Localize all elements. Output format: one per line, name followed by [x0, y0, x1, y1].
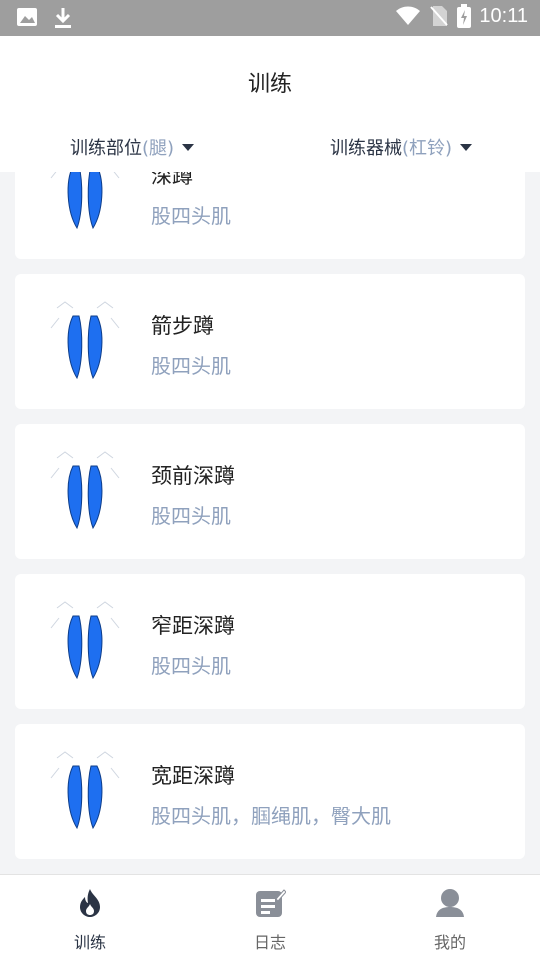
notebook-edit-icon: [256, 889, 286, 917]
nav-label: 我的: [433, 933, 466, 952]
page-header: 训练 训练部位 (腿) 训练器械 (杠铃): [0, 36, 540, 172]
exercise-muscles: 股四头肌: [151, 204, 231, 228]
leg-muscle-thumbnail: [50, 301, 120, 380]
filter-value: (腿): [142, 138, 175, 159]
filter-label: 训练部位: [70, 138, 142, 159]
exercise-name: 颈前深蹲: [151, 464, 235, 488]
battery-charging-icon: [457, 4, 472, 28]
body-part-filter-dropdown[interactable]: 训练部位 (腿): [70, 134, 195, 160]
leg-muscle-thumbnail: [50, 451, 120, 530]
download-icon: [55, 8, 71, 28]
nav-tab-training[interactable]: 训练: [0, 875, 180, 961]
caret-down-icon: [182, 143, 195, 151]
exercise-name: 宽距深蹲: [151, 764, 235, 788]
person-icon: [436, 889, 464, 917]
exercise-card[interactable]: 窄距深蹲 股四头肌: [15, 574, 525, 709]
nav-label: 训练: [73, 933, 106, 952]
no-sim-icon: [430, 6, 449, 26]
leg-muscle-thumbnail: [50, 751, 120, 830]
equipment-filter-dropdown[interactable]: 训练器械 (杠铃): [330, 134, 473, 160]
page-title: 训练: [247, 72, 292, 97]
leg-muscle-thumbnail: [50, 601, 120, 680]
exercise-card[interactable]: 宽距深蹲 股四头肌，腘绳肌，臀大肌: [15, 724, 525, 859]
exercise-name: 窄距深蹲: [151, 614, 235, 638]
nav-label: 日志: [253, 933, 286, 952]
exercise-card[interactable]: 箭步蹲 股四头肌: [15, 274, 525, 409]
image-notification-icon: [17, 8, 37, 26]
filter-label: 训练器械: [330, 138, 402, 159]
wifi-icon: [396, 6, 421, 25]
exercise-card[interactable]: 颈前深蹲 股四头肌: [15, 424, 525, 559]
status-bar: 10:11: [0, 0, 540, 36]
exercise-name: 箭步蹲: [151, 314, 214, 338]
exercise-muscles: 股四头肌，腘绳肌，臀大肌: [151, 804, 391, 828]
bottom-navigation: 训练 日志 我的: [0, 874, 540, 961]
nav-tab-profile[interactable]: 我的: [360, 875, 540, 961]
filter-value: (杠铃): [402, 138, 453, 159]
flame-icon: [80, 889, 100, 917]
exercise-muscles: 股四头肌: [151, 354, 231, 378]
caret-down-icon: [460, 143, 473, 151]
exercise-muscles: 股四头肌: [151, 654, 231, 678]
status-time: 10:11: [479, 4, 528, 27]
exercise-muscles: 股四头肌: [151, 504, 231, 528]
nav-tab-log[interactable]: 日志: [180, 875, 360, 961]
